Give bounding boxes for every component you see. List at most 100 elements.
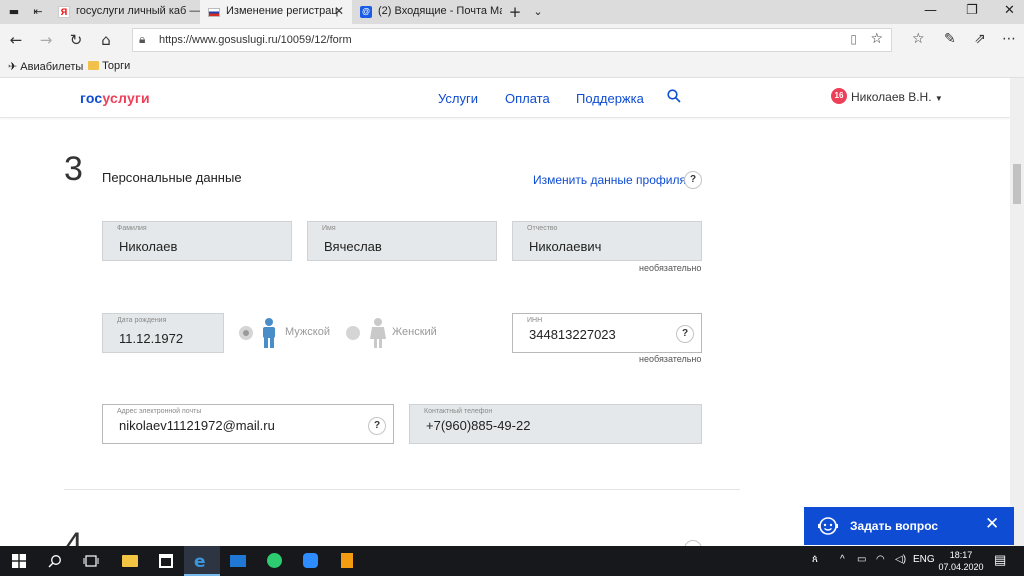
- favorites-bar: ✈ Авиабилеты Торги: [0, 56, 1024, 78]
- chevron-down-icon[interactable]: ⌄: [530, 4, 546, 20]
- notes-icon[interactable]: ✎: [944, 31, 956, 47]
- caret-down-icon: ▼: [934, 94, 943, 103]
- minimize-icon[interactable]: —: [924, 3, 937, 18]
- tab-mail[interactable]: @ (2) Входящие - Почта Mail.: [352, 0, 502, 24]
- volume-icon[interactable]: ◁): [895, 554, 906, 565]
- windows-start-icon[interactable]: [12, 554, 26, 568]
- restore-icon[interactable]: ❐: [966, 3, 978, 18]
- tab-gosuslugi[interactable]: Изменение регистрац ✕: [200, 0, 352, 24]
- user-menu[interactable]: Николаев В.Н. ▼: [851, 90, 943, 104]
- gender-male-label[interactable]: Мужской: [285, 326, 330, 338]
- refresh-icon[interactable]: ↻: [66, 30, 86, 50]
- gender-female-label[interactable]: Женский: [392, 326, 437, 338]
- new-tab-button[interactable]: +: [507, 4, 523, 20]
- field-value[interactable]: 344813227023: [529, 327, 616, 342]
- page-scrollbar[interactable]: [1010, 78, 1024, 546]
- store-icon[interactable]: [148, 546, 184, 576]
- close-tab-icon[interactable]: ✕: [334, 4, 344, 18]
- lock-icon: 🔒︎: [139, 32, 146, 46]
- file-explorer-icon[interactable]: [112, 546, 148, 576]
- gender-female-radio[interactable]: [346, 326, 360, 340]
- close-icon[interactable]: ✕: [985, 514, 999, 534]
- search-icon[interactable]: [48, 554, 62, 568]
- people-icon[interactable]: ጰ: [812, 554, 818, 565]
- home-icon[interactable]: ⌂: [96, 30, 116, 50]
- folder-icon: [88, 61, 99, 70]
- field-label: Фамилия: [117, 225, 147, 232]
- notifications-icon[interactable]: ▤: [994, 552, 1006, 568]
- zoom-icon[interactable]: [292, 546, 328, 576]
- russia-flag-icon: [208, 8, 220, 17]
- favorites-hub-icon[interactable]: ☆: [912, 31, 925, 47]
- field-value: Николаевич: [529, 239, 602, 254]
- address-bar[interactable]: 🔒︎ https://www.gosuslugi.ru/10059/12/for…: [132, 28, 892, 52]
- scrollbar-thumb[interactable]: [1013, 164, 1021, 204]
- document-app-icon[interactable]: [328, 546, 364, 576]
- user-name: Николаев В.Н.: [851, 90, 932, 104]
- windows-taskbar: e ጰ ^ ▭ ◠ ◁) ENG 18:17 07.04.2020 ▤: [0, 546, 1024, 576]
- tab-title: Изменение регистрац: [226, 5, 338, 17]
- set-aside-tabs-icon[interactable]: ⇤: [30, 4, 46, 20]
- ask-question-widget[interactable]: Задать вопрос ✕: [804, 507, 1014, 545]
- edge-browser-icon[interactable]: e: [184, 546, 220, 576]
- edit-profile-link[interactable]: Изменить данные профиля: [533, 173, 686, 187]
- language-indicator[interactable]: ENG: [913, 554, 935, 565]
- field-value: Николаев: [119, 239, 178, 254]
- notification-badge[interactable]: 16: [831, 88, 847, 104]
- forward-arrow-icon[interactable]: →: [36, 30, 56, 50]
- gosuslugi-logo[interactable]: госуслуги: [80, 90, 150, 106]
- plane-icon: ✈: [8, 60, 18, 73]
- section-title: Персональные данные: [102, 170, 242, 185]
- browser-toolbar: ← → ↻ ⌂ 🔒︎ https://www.gosuslugi.ru/1005…: [0, 24, 1024, 56]
- favorite-star-icon[interactable]: ☆: [870, 31, 883, 47]
- show-hidden-icons[interactable]: ^: [840, 554, 845, 565]
- clock[interactable]: 18:17 07.04.2020: [938, 549, 984, 573]
- phone-field: Контактный телефон +7(960)885-49-22: [409, 404, 702, 444]
- field-label: Дата рождения: [117, 317, 167, 324]
- tab-yandex[interactable]: Я госуслуги личный каб — Я: [50, 0, 200, 24]
- reading-view-icon[interactable]: ▯: [850, 32, 857, 46]
- whatsapp-icon[interactable]: [256, 546, 292, 576]
- mail-app-icon[interactable]: [220, 546, 256, 576]
- gender-male-radio[interactable]: [239, 326, 253, 340]
- nav-services[interactable]: Услуги: [438, 91, 478, 106]
- inn-field[interactable]: ИНН 344813227023: [512, 313, 702, 353]
- search-icon[interactable]: [667, 89, 681, 103]
- clock-date: 07.04.2020: [938, 562, 984, 572]
- window-close-icon[interactable]: ✕: [1004, 3, 1015, 18]
- favorite-aviabilety[interactable]: ✈ Авиабилеты: [8, 60, 83, 73]
- more-options-icon[interactable]: ⋯: [1002, 31, 1016, 47]
- field-label: Отчество: [527, 225, 558, 232]
- battery-icon[interactable]: ▭: [857, 554, 866, 565]
- favorite-torgi[interactable]: Торги: [88, 60, 130, 72]
- url-text[interactable]: https://www.gosuslugi.ru/10059/12/form: [159, 34, 352, 46]
- field-value: +7(960)885-49-22: [426, 418, 531, 433]
- task-view-icon[interactable]: [83, 554, 99, 568]
- nav-support[interactable]: Поддержка: [576, 91, 644, 106]
- back-arrow-icon[interactable]: ←: [6, 30, 26, 50]
- nav-payment[interactable]: Оплата: [505, 91, 550, 106]
- email-field[interactable]: Адрес электронной почты nikolaev11121972…: [102, 404, 394, 444]
- field-label: ИНН: [527, 317, 543, 324]
- network-icon[interactable]: ◠: [876, 554, 885, 565]
- yandex-icon: Я: [58, 6, 70, 18]
- tab-manager-icon[interactable]: ▬: [6, 4, 22, 20]
- chat-bot-icon: [818, 517, 838, 535]
- tab-title: госуслуги личный каб — Я: [76, 5, 200, 17]
- first-name-field: Имя Вячеслав: [307, 221, 497, 261]
- field-label: Имя: [322, 225, 336, 232]
- favorite-label: Торги: [102, 60, 131, 72]
- email-help-icon[interactable]: ?: [368, 417, 386, 435]
- step-number: 3: [64, 150, 83, 188]
- browser-tab-strip: ▬ ⇤ Я госуслуги личный каб — Я Изменение…: [0, 0, 1024, 24]
- help-icon[interactable]: ?: [684, 171, 702, 189]
- field-label: Адрес электронной почты: [117, 408, 202, 415]
- field-value[interactable]: nikolaev11121972@mail.ru: [119, 418, 275, 433]
- field-value: Вячеслав: [324, 239, 382, 254]
- site-header: госуслуги Услуги Оплата Поддержка 16 Ник…: [0, 78, 1010, 118]
- inn-help-icon[interactable]: ?: [676, 325, 694, 343]
- clock-time: 18:17: [949, 550, 973, 560]
- share-icon[interactable]: ⇗: [974, 31, 986, 47]
- male-figure-icon: [263, 318, 275, 348]
- mail-icon: @: [360, 6, 372, 18]
